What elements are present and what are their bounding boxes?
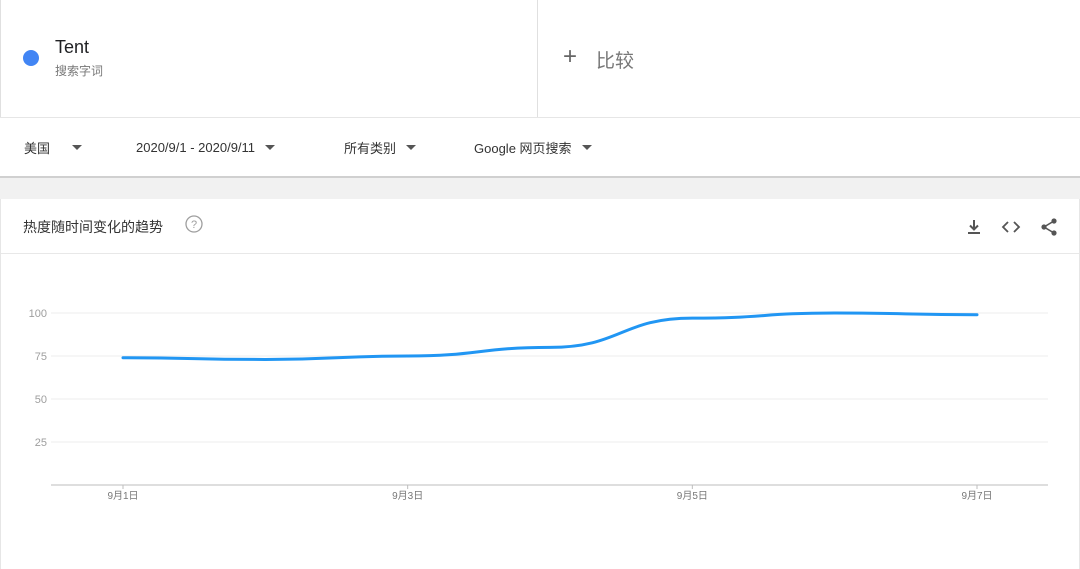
- category-dropdown[interactable]: 所有类别: [344, 118, 417, 177]
- data-point[interactable]: [971, 309, 983, 321]
- data-point[interactable]: [117, 352, 129, 364]
- filter-bar: 美国 2020/9/1 - 2020/9/11 所有类别 Google 网页搜索: [0, 117, 1080, 178]
- add-icon[interactable]: +: [563, 44, 577, 70]
- search-type-dropdown[interactable]: Google 网页搜索: [474, 118, 592, 177]
- search-terms-bar: Tent 搜索字词 + 比较: [0, 0, 1080, 117]
- chart-grid: [51, 312, 1048, 486]
- chevron-down-icon: [581, 145, 592, 150]
- x-tick-label: 9月5日: [677, 490, 708, 502]
- compare-label[interactable]: 比较: [596, 46, 634, 73]
- x-tick-label: 9月1日: [107, 490, 138, 502]
- chevron-down-icon: [265, 145, 276, 150]
- interest-over-time-card: 热度随时间变化的趋势 ? 25 50 75 100 9月1日 9月3日 9月5日 9月7日: [0, 199, 1080, 569]
- region-label: 美国: [24, 141, 51, 156]
- search-term-subtitle: 搜索字词: [55, 64, 104, 78]
- chevron-down-icon: [72, 145, 83, 150]
- y-axis-ticks: 25 50 75 100: [29, 308, 47, 449]
- share-icon[interactable]: [1038, 216, 1060, 238]
- embed-icon[interactable]: [1000, 216, 1022, 238]
- x-tick-label: 9月3日: [392, 490, 423, 502]
- category-label: 所有类别: [344, 141, 397, 156]
- search-term-card[interactable]: Tent 搜索字词: [0, 0, 538, 117]
- chart-series: [117, 307, 983, 365]
- download-icon[interactable]: [963, 216, 985, 238]
- data-point[interactable]: [829, 307, 841, 319]
- chevron-down-icon: [406, 145, 417, 150]
- y-tick-label: 50: [35, 394, 47, 406]
- data-point[interactable]: [544, 341, 556, 353]
- term-color-dot: [23, 50, 39, 66]
- search-type-label: Google 网页搜索: [474, 141, 572, 156]
- search-term-name[interactable]: Tent: [55, 37, 89, 58]
- date-range-dropdown[interactable]: 2020/9/1 - 2020/9/11: [136, 118, 276, 177]
- card-header: 热度随时间变化的趋势 ?: [1, 199, 1079, 254]
- y-tick-label: 75: [35, 351, 47, 363]
- data-point[interactable]: [402, 350, 414, 362]
- trend-chart: 25 50 75 100 9月1日 9月3日 9月5日 9月7日: [29, 307, 1048, 502]
- x-axis-ticks: 9月1日 9月3日 9月5日 9月7日: [107, 485, 993, 502]
- region-dropdown[interactable]: 美国: [24, 118, 83, 177]
- date-range-label: 2020/9/1 - 2020/9/11: [136, 140, 256, 155]
- svg-text:?: ?: [191, 219, 197, 231]
- help-icon[interactable]: ?: [185, 215, 203, 233]
- data-point[interactable]: [259, 353, 271, 365]
- y-tick-label: 100: [29, 308, 47, 320]
- y-tick-label: 25: [35, 437, 47, 449]
- x-tick-label: 9月7日: [961, 490, 992, 502]
- card-title: 热度随时间变化的趋势: [23, 219, 163, 235]
- data-point[interactable]: [686, 312, 698, 324]
